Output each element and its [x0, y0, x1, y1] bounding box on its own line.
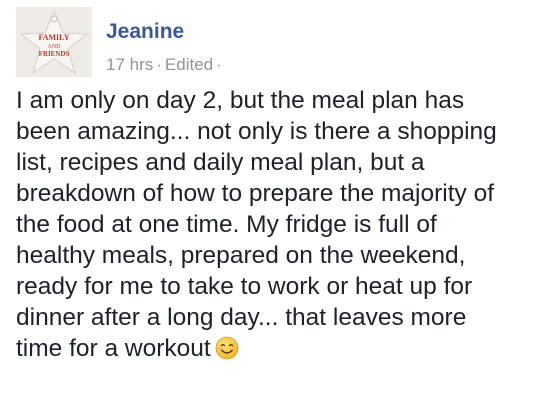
body-line: the food at one time. My fridge is full …	[16, 211, 437, 238]
privacy-separator: ·	[216, 55, 222, 74]
smiling-face-emoji-icon	[215, 336, 239, 368]
timestamp-link[interactable]: 17 hrs	[106, 55, 153, 74]
body-line-last: time for a workout	[16, 333, 542, 368]
meta-separator: ·	[156, 55, 162, 74]
body-line-text: time for a workout	[16, 335, 211, 362]
facebook-post: FAMILY AND FRIENDS Jeanine 17 hrs · Edited…	[0, 0, 550, 402]
body-line: been amazing... not only is there a shop…	[16, 118, 497, 145]
body-line: breakdown of how to prepare the majority…	[16, 180, 495, 207]
avatar-text-1: FAMILY	[38, 33, 69, 42]
body-line: list, recipes and daily meal plan, but a	[16, 149, 425, 176]
body-line: dinner after a long day... that leaves m…	[16, 304, 467, 331]
body-line: ready for me to take to work or heat up …	[16, 273, 473, 300]
body-line: healthy meals, prepared on the weekend,	[16, 242, 466, 269]
post-meta: 17 hrs · Edited ·	[106, 56, 225, 73]
star-ornament-icon: FAMILY AND FRIENDS	[16, 7, 92, 77]
edited-label[interactable]: Edited	[165, 55, 213, 74]
author-name-link[interactable]: Jeanine	[106, 21, 184, 42]
post-body: I am only on day 2, but the meal plan ha…	[16, 85, 542, 368]
body-line: I am only on day 2, but the meal plan ha…	[16, 87, 465, 114]
avatar[interactable]: FAMILY AND FRIENDS	[16, 7, 92, 77]
avatar-text-3: FRIENDS	[39, 50, 70, 58]
